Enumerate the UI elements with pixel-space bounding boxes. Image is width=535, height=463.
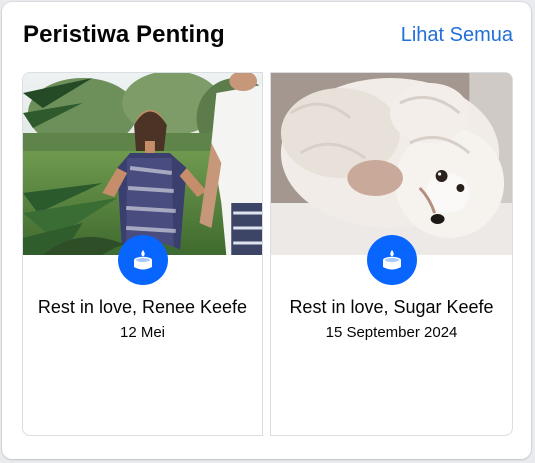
event-photo-woman-garden xyxy=(23,73,262,255)
event-title: Rest in love, Sugar Keefe xyxy=(289,297,494,317)
event-date: 15 September 2024 xyxy=(325,324,458,341)
life-event-card[interactable]: Rest in love, Renee Keefe 12 Mei xyxy=(22,72,263,436)
life-events-list: Rest in love, Renee Keefe 12 Mei Rest in… xyxy=(22,72,513,436)
event-photo-white-dog xyxy=(271,73,512,255)
candle-badge xyxy=(366,235,417,285)
event-title: Rest in love, Renee Keefe xyxy=(37,297,248,317)
life-events-card: Peristiwa Penting Lihat Semua Rest in lo… xyxy=(2,2,531,459)
candle-badge xyxy=(117,235,168,285)
life-event-card[interactable]: Rest in love, Sugar Keefe 15 September 2… xyxy=(270,72,513,436)
candle-icon xyxy=(133,250,152,270)
candle-icon xyxy=(382,250,401,270)
event-date: 12 Mei xyxy=(119,324,166,341)
see-all-link[interactable]: Lihat Semua xyxy=(401,24,513,47)
card-title: Peristiwa Penting xyxy=(23,21,225,48)
